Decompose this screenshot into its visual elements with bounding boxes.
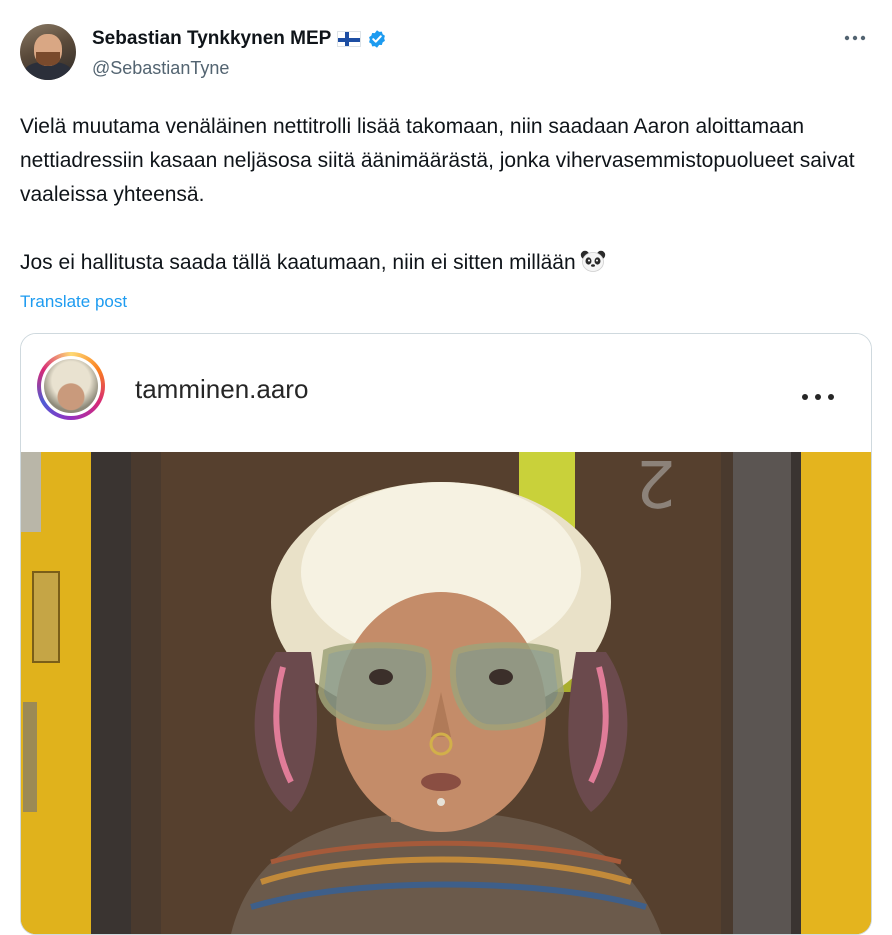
- author-name-row: Sebastian Tynkkynen MEP: [92, 26, 387, 52]
- more-options-icon[interactable]: [801, 382, 835, 402]
- author-handle[interactable]: @SebastianTyne: [92, 58, 229, 79]
- tweet-text-paragraph-2: Jos ei hallitusta saada tällä kaatumaan,…: [20, 246, 872, 280]
- embedded-instagram-card[interactable]: tamminen.aaro 2: [20, 333, 872, 935]
- embedded-username[interactable]: tamminen.aaro: [135, 374, 308, 405]
- tweet-text-paragraph-1: Vielä muutama venäläinen nettitrolli lis…: [20, 115, 855, 206]
- finland-flag-icon: [337, 31, 362, 47]
- embedded-avatar[interactable]: [37, 352, 105, 420]
- verified-badge-icon[interactable]: [367, 29, 387, 49]
- author-display-name[interactable]: Sebastian Tynkkynen MEP: [92, 28, 331, 50]
- embedded-post-header: tamminen.aaro: [21, 334, 871, 452]
- author-avatar[interactable]: [20, 24, 76, 80]
- tweet-text: Vielä muutama venäläinen nettitrolli lis…: [20, 110, 872, 280]
- panda-emoji-icon: [580, 249, 606, 272]
- more-options-icon[interactable]: [842, 28, 868, 48]
- selfie-photo[interactable]: 2: [21, 452, 871, 934]
- tweet-text-line: Jos ei hallitusta saada tällä kaatumaan,…: [20, 251, 576, 274]
- svg-text:2: 2: [635, 452, 676, 519]
- translate-post-link[interactable]: Translate post: [20, 292, 127, 312]
